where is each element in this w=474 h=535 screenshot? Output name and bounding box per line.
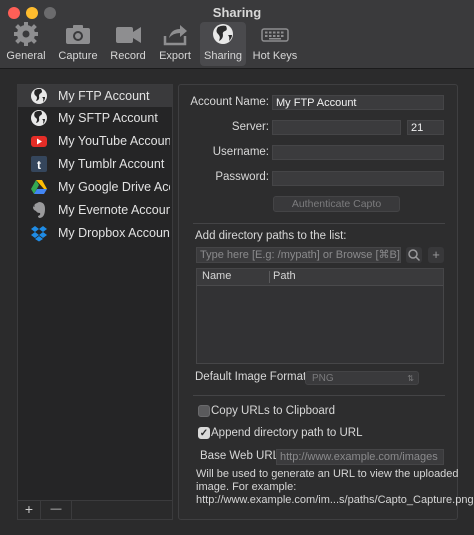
add-account-button[interactable]: +: [18, 501, 41, 519]
account-name-label: Account Name:: [190, 96, 269, 108]
toolbar-capture[interactable]: Capture: [56, 22, 100, 66]
password-field[interactable]: [272, 171, 444, 186]
copy-urls-checkbox[interactable]: [198, 405, 210, 417]
list-footer: + —: [18, 500, 172, 519]
globe-icon: [31, 110, 47, 126]
magnifier-icon: [408, 249, 421, 262]
base-url-label: Base Web URL:: [200, 450, 283, 462]
image-format-label: Default Image Format:: [195, 371, 310, 383]
window-title: Sharing: [212, 5, 262, 20]
account-label: My Tumblr Account: [58, 157, 165, 171]
authenticate-button[interactable]: Authenticate Capto: [273, 196, 400, 212]
tumblr-icon: t: [31, 156, 47, 172]
account-label: My SFTP Account: [58, 111, 158, 125]
export-arrow-icon: [163, 25, 187, 46]
account-item-google-drive[interactable]: My Google Drive Account: [18, 176, 172, 198]
account-item-youtube[interactable]: My YouTube Account: [18, 130, 172, 152]
server-field[interactable]: [272, 120, 401, 135]
preferences-window: Sharing General Capture Record Export Sh…: [0, 0, 474, 535]
account-label: My Google Drive Account: [58, 180, 170, 194]
toolbar-label: Sharing: [204, 50, 242, 62]
globe-icon: [31, 88, 47, 104]
append-path-checkbox[interactable]: ✓: [198, 427, 210, 439]
account-settings-panel: Account Name: My FTP Account Server: 21 …: [178, 84, 474, 520]
dropbox-icon: [31, 226, 47, 242]
image-format-value: PNG: [312, 373, 334, 384]
note-line: Will be used to generate an URL to view …: [196, 468, 459, 480]
port-field[interactable]: 21: [407, 120, 444, 135]
account-item-tumblr[interactable]: t My Tumblr Account: [18, 153, 172, 175]
base-url-note: Will be used to generate an URL to view …: [196, 468, 474, 507]
account-item-evernote[interactable]: My Evernote Account: [18, 199, 172, 221]
server-label: Server:: [231, 121, 269, 133]
google-drive-icon: [31, 180, 47, 194]
keyboard-icon: [261, 28, 289, 42]
username-field[interactable]: [272, 145, 444, 160]
account-item-dropbox[interactable]: My Dropbox Account: [18, 222, 172, 244]
title-bar: Sharing General Capture Record Export Sh…: [0, 0, 474, 69]
toolbar-export[interactable]: Export: [153, 22, 197, 66]
toolbar-label: Export: [159, 50, 191, 62]
toolbar-sharing[interactable]: Sharing: [200, 22, 246, 66]
directories-table: Name Path: [196, 268, 444, 364]
base-url-field[interactable]: http://www.example.com/images: [276, 449, 444, 465]
copy-urls-label[interactable]: Copy URLs to Clipboard: [211, 405, 335, 417]
note-line: http://www.example.com/im...s/paths/Capt…: [196, 494, 474, 506]
divider: [193, 223, 445, 224]
account-label: My FTP Account: [58, 89, 150, 103]
globe-icon: [213, 24, 233, 44]
accounts-list: My FTP Account My SFTP Account My YouTub…: [17, 84, 173, 520]
toolbar-label: General: [6, 50, 46, 62]
svg-text:t: t: [37, 158, 41, 172]
toolbar-label: Capture: [58, 50, 98, 62]
image-format-select[interactable]: PNG ⇅: [305, 371, 419, 385]
camera-icon: [66, 25, 90, 44]
toolbar-hot-keys[interactable]: Hot Keys: [252, 22, 298, 66]
account-label: My Evernote Account: [58, 203, 170, 217]
browse-button[interactable]: [406, 247, 422, 263]
column-divider: [269, 271, 270, 283]
video-camera-icon: [116, 27, 141, 43]
directories-heading: Add directory paths to the list:: [195, 230, 347, 242]
toolbar-label: Hot Keys: [252, 50, 298, 62]
account-name-field[interactable]: My FTP Account: [272, 95, 444, 110]
add-directory-button[interactable]: +: [428, 247, 444, 263]
username-label: Username:: [212, 146, 269, 158]
youtube-icon: [31, 136, 47, 147]
account-item-sftp[interactable]: My SFTP Account: [18, 107, 172, 129]
append-path-label[interactable]: Append directory path to URL: [211, 427, 363, 439]
divider: [193, 395, 445, 396]
chevron-updown-icon: ⇅: [407, 374, 414, 383]
toolbar-general[interactable]: General: [4, 22, 48, 66]
column-header-path[interactable]: Path: [273, 270, 296, 282]
gear-icon: [14, 22, 38, 46]
account-item-ftp[interactable]: My FTP Account: [18, 85, 172, 107]
note-line: image. For example:: [196, 481, 297, 493]
account-label: My Dropbox Account: [58, 226, 170, 240]
password-label: Password:: [215, 171, 269, 183]
account-label: My YouTube Account: [58, 134, 170, 148]
toolbar-label: Record: [110, 50, 146, 62]
directory-path-input[interactable]: Type here [E.g: /mypath] or Browse [⌘B]: [196, 247, 401, 263]
table-header: Name Path: [197, 269, 443, 286]
column-header-name[interactable]: Name: [202, 270, 231, 282]
toolbar-record[interactable]: Record: [106, 22, 150, 66]
remove-account-button[interactable]: —: [41, 501, 72, 519]
evernote-icon: [33, 202, 45, 218]
